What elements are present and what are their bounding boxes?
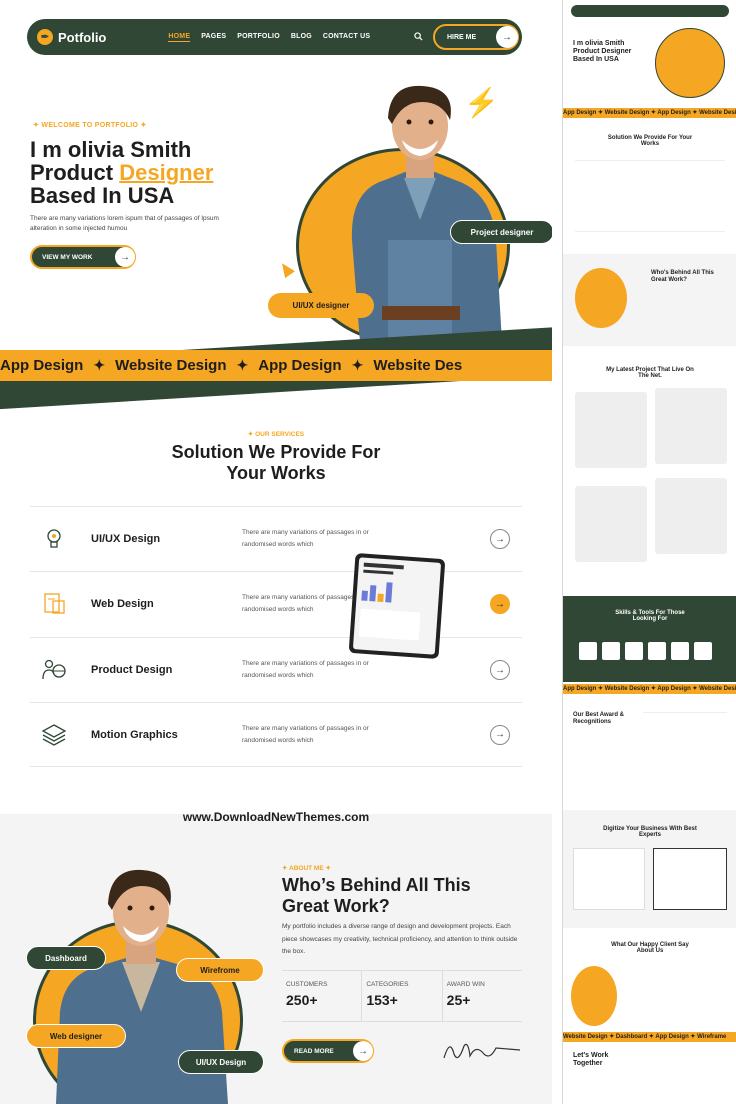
full-page-thumbnail: I m olivia Smith Product Designer Based …: [562, 0, 736, 1104]
mini-marquee: App Design ✦ Website Design ✦ App Design…: [563, 684, 736, 694]
pointer-cursor-icon: [277, 259, 295, 279]
service-name: Motion Graphics: [91, 728, 178, 741]
about-description: My portfolio includes a diverse range of…: [282, 923, 518, 955]
uiux-design-tag: UI/UX Design: [178, 1050, 264, 1074]
service-row[interactable]: UI/UX Design There are many variations o…: [30, 506, 522, 571]
arrow-right-icon[interactable]: →: [490, 529, 510, 549]
hire-me-button[interactable]: HIRE ME →: [433, 24, 519, 50]
mini-about-title: Who's Behind All This Great Work?: [651, 270, 714, 283]
service-row[interactable]: Product Design There are many variations…: [30, 637, 522, 702]
arrow-right-icon: →: [115, 247, 135, 267]
services-title: Solution We Provide For Your Works: [171, 442, 381, 483]
marquee-item: App Design: [258, 357, 342, 374]
mini-project-card: [655, 478, 727, 554]
mini-project-card: [575, 486, 647, 562]
read-more-button[interactable]: READ MORE →: [282, 1039, 374, 1063]
hire-me-label: HIRE ME: [447, 33, 477, 41]
mini-together-title: Let's Work Together: [573, 1052, 609, 1067]
about-eyebrow: ✦ ABOUT ME ✦: [282, 865, 331, 872]
about-title: Who’s Behind All This Great Work?: [282, 875, 471, 916]
menu-item-portfolio[interactable]: PORTFOLIO: [237, 33, 280, 42]
marquee-item: App Design: [0, 357, 84, 374]
mini-experience-card: [653, 848, 727, 910]
mini-clients-title: What Our Happy Client Say About Us: [611, 942, 689, 954]
service-row[interactable]: Motion Graphics There are many variation…: [30, 702, 522, 767]
services-marquee: App Design ✦ Website Design ✦ App Design…: [0, 350, 552, 381]
wireframe-tag: Wirefrome: [176, 958, 264, 982]
star-icon: ✦: [236, 357, 249, 373]
service-row[interactable]: Web Design There are many variations of …: [30, 571, 522, 636]
menu-item-pages[interactable]: PAGES: [201, 33, 226, 42]
mini-about-blob: [575, 268, 627, 328]
service-name: Web Design: [91, 598, 154, 610]
stat-categories: CATEGORIES 153+: [362, 971, 443, 1021]
service-name: Product Design: [91, 664, 173, 676]
top-navbar: ✒ Potfolio HOME PAGES PORTFOLIO BLOG CON…: [27, 19, 522, 55]
arrow-right-icon[interactable]: →: [490, 724, 510, 745]
main-menu: HOME PAGES PORTFOLIO BLOG CONTACT US: [168, 33, 370, 42]
signature-image: [443, 1043, 521, 1059]
service-description: There are many variations of passages in…: [242, 724, 369, 744]
services-eyebrow: ✦ OUR SERVICES: [247, 431, 305, 438]
main-preview: ✒ Potfolio HOME PAGES PORTFOLIO BLOG CON…: [0, 0, 552, 1104]
service-name: UI/UX Design: [91, 533, 161, 545]
star-icon: ✦: [351, 357, 364, 373]
mini-project-card: [655, 388, 727, 464]
project-designer-tag: Project designer: [450, 220, 552, 244]
arrow-right-icon: →: [496, 26, 518, 48]
product-globe-icon: [40, 656, 68, 684]
web-design-icon: [40, 590, 68, 618]
mini-project-card: [575, 392, 647, 468]
marquee-item: Website Des: [373, 357, 463, 374]
menu-item-blog[interactable]: BLOG: [291, 33, 312, 42]
arrow-right-icon[interactable]: →: [490, 594, 510, 614]
stat-awards: AWARD WIN 25+: [446, 981, 485, 1008]
mini-hero-blob: [655, 28, 725, 98]
web-designer-tag: Web designer: [26, 1024, 126, 1048]
mini-hero-title: I m olivia Smith Product Designer Based …: [573, 40, 632, 63]
mini-award-list: [643, 712, 727, 792]
mini-projects-title: My Latest Project That Live On The Net.: [606, 367, 694, 379]
mini-client-blob: [571, 966, 617, 1026]
mini-skills-section: [563, 596, 736, 682]
mini-navbar: [571, 5, 729, 17]
pen-nib-icon: ✒: [37, 29, 53, 45]
service-description: There are many variations of passages in…: [242, 529, 369, 548]
mini-services-title: Solution We Provide For Your Works: [607, 135, 693, 147]
mini-award-title: Our Best Award & Recognitions: [573, 712, 625, 725]
lightbulb-icon: [40, 525, 68, 553]
mini-skills-title: Skills & Tools For Those Looking For: [615, 610, 685, 622]
stat-customers: CUSTOMERS 250+: [282, 971, 363, 1021]
service-description: There are many variations of passages in…: [242, 660, 369, 679]
mini-services-list: [575, 160, 725, 232]
hero-eyebrow: ✦ WELCOME TO PORTFOLIO ✦: [33, 122, 147, 129]
menu-item-contact[interactable]: CONTACT US: [323, 33, 370, 42]
mini-skill-badges: [579, 642, 712, 660]
hero-title: I m olivia Smith Product Designer Based …: [30, 137, 214, 208]
search-icon[interactable]: [414, 31, 423, 43]
arrow-right-icon: →: [353, 1041, 373, 1061]
uiux-designer-tag: UI/UX designer: [268, 293, 374, 318]
brand-logo[interactable]: ✒ Potfolio: [37, 29, 106, 45]
star-icon: ✦: [93, 357, 106, 373]
brand-name: Potfolio: [58, 29, 107, 45]
tablet-mockup-image: [348, 552, 446, 660]
menu-item-home[interactable]: HOME: [168, 33, 191, 42]
layers-icon: [40, 721, 68, 749]
stats-row: CUSTOMERS 250+ CATEGORIES 153+ AWARD WIN…: [282, 970, 522, 1022]
dashboard-tag: Dashboard: [26, 946, 106, 970]
mini-marquee: App Design ✦ Website Design ✦ App Design…: [563, 108, 736, 118]
view-my-work-button[interactable]: VIEW MY WORK →: [30, 245, 136, 269]
hero-description: There are many variations lorem ispum th…: [30, 215, 219, 232]
mini-experts-title: Digitize Your Business With Best Experts: [603, 826, 697, 838]
arrow-right-icon[interactable]: →: [490, 660, 510, 680]
watermark-text: www.DownloadNewThemes.com: [182, 810, 370, 824]
marquee-item: Website Design: [115, 357, 227, 374]
mini-education-card: [573, 848, 645, 910]
mini-marquee: Website Design ✦ Dashboard ✦ App Design …: [563, 1032, 736, 1042]
